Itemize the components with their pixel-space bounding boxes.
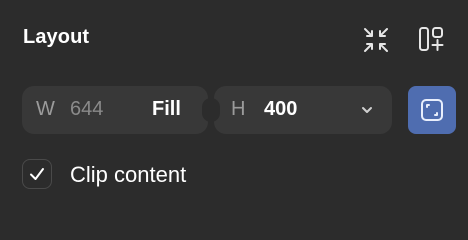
collapse-arrows-icon (364, 28, 388, 52)
clip-content-row[interactable]: Clip content (22, 158, 322, 190)
field-divider (202, 98, 220, 122)
height-label: H (231, 98, 246, 120)
clip-content-checkbox[interactable] (22, 159, 52, 189)
checkmark-icon (30, 168, 44, 180)
layout-panel: Layout W 644 Fill H 400 Clip content (0, 0, 468, 224)
width-label: W (36, 98, 55, 120)
height-value[interactable]: 400 (264, 98, 297, 121)
add-auto-layout-button[interactable] (414, 22, 450, 58)
clip-content-label: Clip content (70, 162, 187, 187)
width-value[interactable]: 644 (70, 98, 103, 121)
layout-header: Layout (23, 22, 458, 56)
panel-title: Layout (23, 26, 90, 48)
auto-layout-add-icon (419, 27, 444, 51)
collapse-button[interactable] (358, 22, 394, 58)
clip-content-icon (421, 99, 443, 121)
width-field[interactable]: W 644 Fill (22, 86, 208, 134)
height-field[interactable]: H 400 (214, 86, 392, 134)
chevron-down-icon[interactable] (358, 101, 376, 119)
width-sizing-mode[interactable]: Fill (152, 98, 181, 121)
dimensions-row: W 644 Fill H 400 (22, 86, 458, 134)
clip-content-toggle[interactable] (408, 86, 456, 134)
